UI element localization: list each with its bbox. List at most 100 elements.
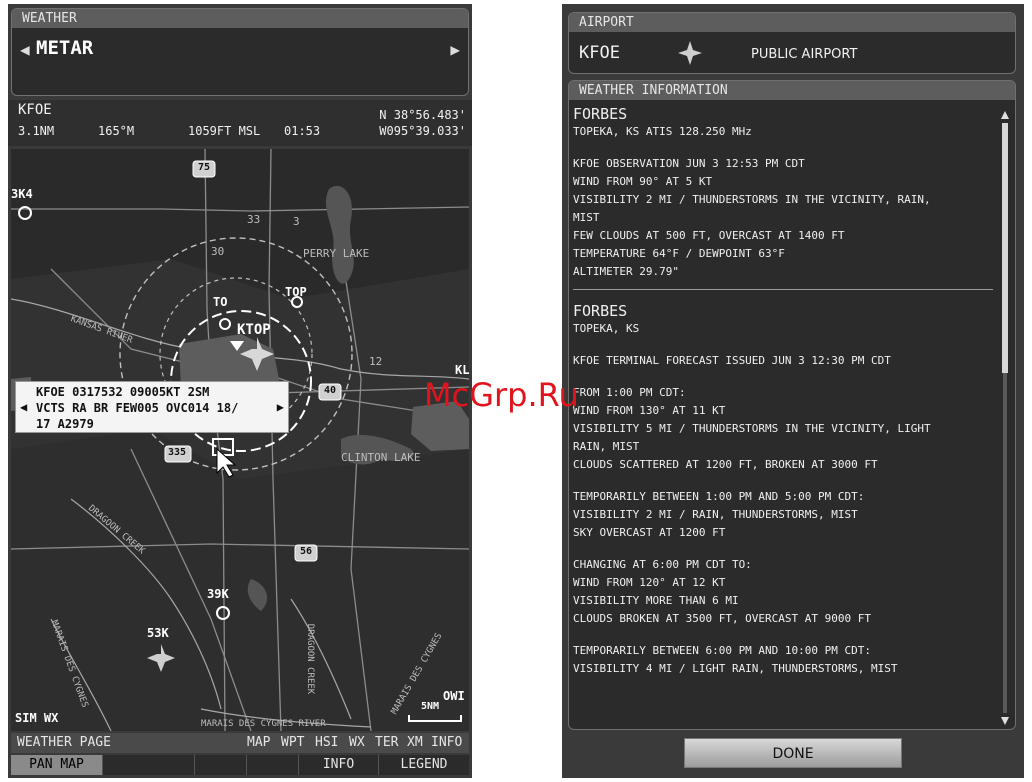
weather-info-scrollbar[interactable] xyxy=(1001,111,1009,725)
taf-group-1-line-4: RAIN, MIST xyxy=(573,440,640,453)
metar-visibility-cont: MIST xyxy=(573,211,600,224)
bearing-readout: 165°M xyxy=(98,124,135,138)
weather-information-panel: WEATHER INFORMATION FORBES TOPEKA, KS AT… xyxy=(568,80,1016,730)
taf-group-2-line-3: SKY OVERCAST AT 1200 FT xyxy=(573,526,726,539)
waypoint-id: KFOE xyxy=(18,102,52,118)
metar-visibility-line: VISIBILITY 2 MI / THUNDERSTORMS IN THE V… xyxy=(573,193,931,206)
taf-group-3-line-4: CLOUDS BROKEN AT 3500 FT, OVERCAST AT 90… xyxy=(573,612,872,625)
weather-map[interactable]: 3K4 PERRY LAKE TO TOP KTOP KANSAS RIVER … xyxy=(11,149,469,731)
map-label-ktop: KTOP xyxy=(237,322,271,338)
map-label-perry-lake: PERRY LAKE xyxy=(303,247,370,260)
metar-airport-name: FORBES xyxy=(573,105,628,123)
done-button[interactable]: DONE xyxy=(684,738,902,768)
longitude-readout: W095°39.033' xyxy=(379,124,466,138)
metar-popup[interactable]: ◀ KFOE 0317532 09005KT 2SM VCTS RA BR FE… xyxy=(15,381,289,433)
taf-group-1-line-3: VISIBILITY 5 MI / THUNDERSTORMS IN THE V… xyxy=(573,422,931,435)
map-label-clinton-lake: CLINTON LAKE xyxy=(341,451,421,464)
range-ring-label-30: 30 xyxy=(211,245,225,258)
taf-group-4-line-1: TEMPORARILY BETWEEN 6:00 PM AND 10:00 PM… xyxy=(573,644,872,657)
popup-chevron-left-icon[interactable]: ◀ xyxy=(20,399,27,415)
softkey-legend[interactable]: LEGEND xyxy=(379,755,469,775)
metar-observation-line: KFOE OBSERVATION JUN 3 12:53 PM CDT xyxy=(573,157,805,170)
map-label-kl: KL xyxy=(455,363,469,377)
metar-location: TOPEKA, KS ATIS 128.250 MHz xyxy=(573,125,752,138)
softkey-pan-map[interactable]: PAN MAP xyxy=(11,755,103,775)
softkey-ter[interactable]: TER xyxy=(375,733,398,753)
weather-page-label: WEATHER PAGE xyxy=(17,735,111,750)
sim-wx-indicator: SIM WX xyxy=(15,711,59,725)
airport-icon xyxy=(677,40,703,70)
chevron-left-icon[interactable]: ◀ xyxy=(20,40,30,59)
map-label-to: TO xyxy=(213,295,228,309)
weather-page-selector[interactable]: ◀ METAR ▶ xyxy=(20,37,460,63)
highway-56-label: 56 xyxy=(300,546,313,557)
airport-id[interactable]: KFOE xyxy=(579,43,620,63)
metar-line-2: VCTS RA BR FEW005 OVC014 18/ xyxy=(36,401,239,415)
taf-group-2-line-2: VISIBILITY 2 MI / RAIN, THUNDERSTORMS, M… xyxy=(573,508,858,521)
highway-335-label: 335 xyxy=(168,447,187,458)
taf-location: TOPEKA, KS xyxy=(573,322,640,335)
section-divider xyxy=(573,289,993,290)
range-ring-label-33: 33 xyxy=(247,213,261,226)
softkey-wx[interactable]: WX xyxy=(349,733,365,753)
metar-wind-line: WIND FROM 90° AT 5 KT xyxy=(573,175,713,188)
softkey-blank-3[interactable] xyxy=(247,755,299,775)
metar-line-1: KFOE 0317532 09005KT 2SM xyxy=(36,385,210,399)
softkey-info[interactable]: INFO xyxy=(299,755,379,775)
softkey-hsi[interactable]: HSI xyxy=(315,733,338,753)
nav-data-strip: KFOE 3.1NM 165°M 1059FT MSL 01:53 N 38°5… xyxy=(8,100,472,146)
softkey-bar-top: WEATHER PAGE MAP WPT HSI WX TER XM INFO xyxy=(11,733,469,753)
airport-weather-screen: AIRPORT KFOE PUBLIC AIRPORT WEATHER INFO… xyxy=(562,4,1024,778)
softkey-bar-bottom: PAN MAP INFO LEGEND xyxy=(11,755,469,775)
map-label-owi: OWI xyxy=(443,689,465,703)
map-graphics xyxy=(11,149,469,731)
metar-line-3: 17 A2979 xyxy=(36,417,94,431)
latitude-readout: N 38°56.483' xyxy=(379,108,466,122)
map-label-3k4: 3K4 xyxy=(11,187,33,201)
softkey-blank-1[interactable] xyxy=(103,755,195,775)
taf-group-3-line-3: VISIBILITY MORE THAN 6 MI xyxy=(573,594,739,607)
map-label-top: TOP xyxy=(285,285,307,299)
softkey-wpt[interactable]: WPT xyxy=(281,733,304,753)
taf-group-3-line-2: WIND FROM 120° AT 12 KT xyxy=(573,576,726,589)
weather-header-panel: WEATHER ◀ METAR ▶ xyxy=(11,8,469,96)
taf-issued-line: KFOE TERMINAL FORECAST ISSUED JUN 3 12:3… xyxy=(573,354,891,367)
highway-75-label: 75 xyxy=(198,162,211,173)
weather-page-screen: WEATHER ◀ METAR ▶ KFOE 3.1NM 165°M 1059F… xyxy=(8,4,472,778)
softkey-blank-2[interactable] xyxy=(195,755,247,775)
softkey-map[interactable]: MAP xyxy=(247,733,270,753)
taf-group-1-line-2: WIND FROM 130° AT 11 KT xyxy=(573,404,726,417)
weather-information-text[interactable]: FORBES TOPEKA, KS ATIS 128.250 MHz KFOE … xyxy=(573,105,993,725)
taf-group-1-line-5: CLOUDS SCATTERED AT 1200 FT, BROKEN AT 3… xyxy=(573,458,878,471)
metar-clouds-line: FEW CLOUDS AT 500 FT, OVERCAST AT 1400 F… xyxy=(573,229,845,242)
weather-page-name: METAR xyxy=(36,37,94,59)
map-scale-label: 5NM xyxy=(421,701,440,712)
metar-temperature-line: TEMPERATURE 64°F / DEWPOINT 63°F xyxy=(573,247,785,260)
metar-altimeter-line: ALTIMETER 29.79" xyxy=(573,265,679,278)
highway-40-label: 40 xyxy=(324,385,337,396)
ete-readout: 01:53 xyxy=(284,124,321,138)
airport-type: PUBLIC AIRPORT xyxy=(751,47,858,62)
map-label-marais-river: MARAIS DES CYGNES RIVER xyxy=(201,719,326,729)
taf-group-4-line-2: VISIBILITY 4 MI / LIGHT RAIN, THUNDERSTO… xyxy=(573,662,898,675)
taf-group-1-line-1: FROM 1:00 PM CDT: xyxy=(573,386,686,399)
popup-chevron-right-icon[interactable]: ▶ xyxy=(277,399,284,415)
taf-group-3-line-1: CHANGING AT 6:00 PM CDT TO: xyxy=(573,558,752,571)
range-ring-label-3: 3 xyxy=(293,215,300,228)
taf-group-2-line-1: TEMPORARILY BETWEEN 1:00 PM AND 5:00 PM … xyxy=(573,490,865,503)
distance-readout: 3.1NM xyxy=(18,124,55,138)
map-label-dragoon-vertical: DRAGOON CREEK xyxy=(305,623,316,695)
chevron-right-icon[interactable]: ▶ xyxy=(450,40,460,59)
taf-airport-name: FORBES xyxy=(573,302,628,320)
airport-title: AIRPORT xyxy=(569,13,1015,32)
range-ring-label-12: 12 xyxy=(369,355,383,368)
watermark-text: McGrp.Ru xyxy=(424,376,579,414)
softkey-info-top[interactable]: INFO xyxy=(431,733,462,753)
airport-panel: AIRPORT KFOE PUBLIC AIRPORT xyxy=(568,12,1016,74)
softkey-xm[interactable]: XM xyxy=(407,733,423,753)
map-label-53k: 53K xyxy=(147,626,169,640)
weather-title: WEATHER xyxy=(12,9,468,28)
map-label-39k: 39K xyxy=(207,587,229,601)
altitude-readout: 1059FT MSL xyxy=(188,124,261,138)
weather-information-title: WEATHER INFORMATION xyxy=(569,81,1015,100)
